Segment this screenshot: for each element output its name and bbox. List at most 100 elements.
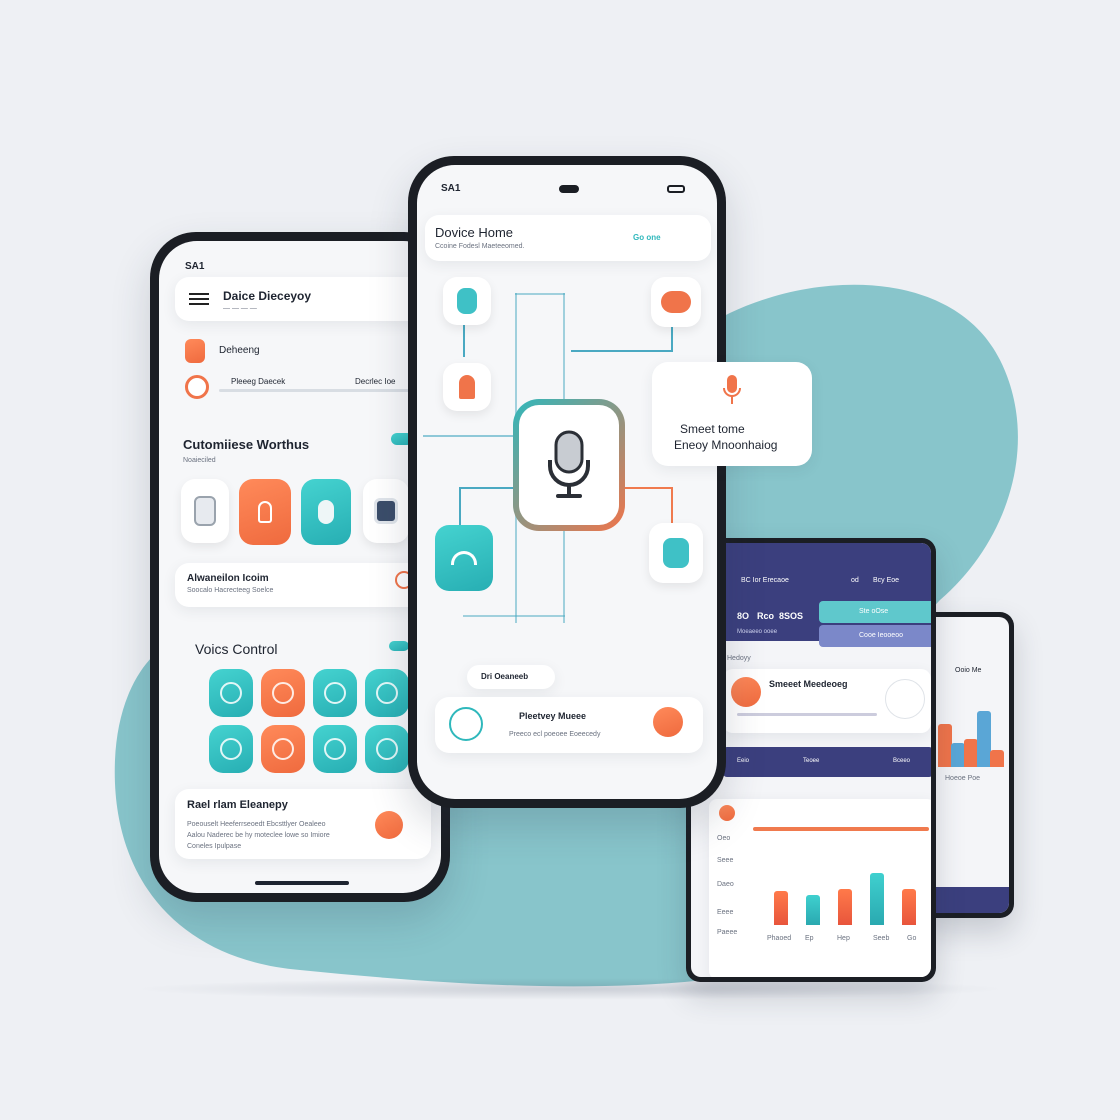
nav-label-2: Teoee [803, 758, 820, 764]
nav-label-3: Bceeo [893, 758, 911, 764]
chart-progress-line [753, 827, 929, 831]
monitor-icon [731, 677, 761, 707]
voice-tile-8[interactable] [365, 725, 409, 773]
voice-tile-5[interactable] [209, 725, 253, 773]
small-phone-screen: Ooio Me Hoeoe Poe [925, 617, 1009, 913]
hub-icon [374, 498, 398, 524]
chart-bar [964, 739, 978, 767]
camera-icon [663, 538, 689, 568]
chart-row-label-1: Oeo [717, 835, 731, 842]
speaker-icon [194, 496, 216, 526]
workflow-tile-2[interactable] [239, 479, 291, 545]
thermostat-node[interactable] [651, 277, 701, 327]
voice-tile-7[interactable] [313, 725, 357, 773]
camera-node[interactable] [649, 523, 703, 583]
device-icon[interactable] [185, 339, 205, 363]
x-label-1: Phaoed [767, 935, 792, 942]
tablet-header-item-2: od [851, 577, 859, 584]
voice-tile-6[interactable] [261, 725, 305, 773]
microphone-icon [723, 375, 741, 404]
voice-tile-4[interactable] [365, 669, 409, 717]
row2-right-label: Decrlec Ioe [355, 377, 396, 386]
wifi-icon [451, 551, 477, 565]
tablet-bar-chart [765, 849, 925, 925]
left-phone: SA1 Daice Dieceyoy — — — — Deheeng Pleee… [150, 232, 450, 902]
row-value-1: 8O [737, 611, 750, 621]
chart-card: Oeo Seee Daeo Eeee Paeee Phaoed Ep Hep S… [709, 799, 931, 977]
status-chip-label: Dri Oeaneeb [481, 672, 529, 681]
workflow-tile-4[interactable] [363, 479, 409, 543]
voice-control-title: Voics Control [195, 641, 278, 657]
connector-line [423, 435, 521, 437]
row-value-3: 8SOS [779, 611, 804, 621]
speaker-icon [457, 288, 477, 314]
energy-card[interactable]: Rael rlam Eleanepy Poeouselt Heeferrseoe… [175, 789, 431, 859]
connector-line [617, 487, 671, 489]
automation-card[interactable]: Alwaneilon Icoim Soocalo Hacrecteeg Soel… [175, 563, 425, 607]
voice-toggle[interactable] [389, 641, 409, 651]
chart-bar [902, 888, 916, 925]
chart-row-label-5: Paeee [717, 929, 738, 936]
workflow-tile-3[interactable] [301, 479, 351, 545]
camera-notch [559, 185, 579, 193]
chart-bar [774, 890, 788, 925]
chart-bar [989, 749, 1004, 767]
device-footer-card[interactable]: Pleetvey Mueee Preeco ecl poeoee Eoeeced… [435, 697, 703, 753]
device-home-sub: Ccoine Fodesl Maeteeomed. [435, 243, 525, 250]
center-phone-screen: SA1 Dovice Home Ccoine Fodesl Maeteeomed… [417, 165, 717, 799]
purple-highlight-row[interactable]: Cooe Ieooeoo [819, 625, 931, 647]
mouse-icon [318, 500, 334, 524]
teal-label-1: Ste oOse [859, 608, 889, 615]
tablet-screen: BC Ior Erecaoe od Bcy Eoe 8O Rco 8SOS Mo… [691, 543, 931, 977]
teal-highlight-row[interactable]: Ste oOse [819, 601, 931, 623]
device-home-header[interactable]: Dovice Home Ccoine Fodesl Maeteeomed. Go… [425, 215, 711, 261]
energy-action-button[interactable] [375, 811, 403, 839]
tablet-nav-bar: Eeio Teoee Bceeo [723, 747, 931, 777]
left-phone-screen: SA1 Daice Dieceyoy — — — — Deheeng Pleee… [159, 241, 441, 893]
thermostat-icon [661, 291, 691, 313]
voice-tile-3[interactable] [313, 669, 357, 717]
wifi-node[interactable] [435, 525, 493, 591]
lamp-node[interactable] [443, 363, 491, 411]
x-label-3: Hep [837, 935, 850, 942]
hamburger-icon[interactable] [189, 293, 209, 305]
small-phone-label: Ooio Me [955, 667, 982, 674]
connector-line [463, 325, 465, 357]
footer-action-button[interactable] [653, 707, 683, 737]
home-indicator [255, 881, 349, 885]
power-icon[interactable] [185, 375, 209, 399]
voice-tile-1[interactable] [209, 669, 253, 717]
row-value-2: Rco [757, 611, 775, 621]
header-badge[interactable]: Go one [633, 233, 661, 242]
small-chart [938, 697, 1004, 767]
floating-line1: Smeet tome [680, 422, 745, 436]
device-thumb-icon [449, 707, 483, 741]
customise-workflows-sub: Noaieciled [183, 457, 216, 464]
smart-home-floating-card[interactable]: Smeet tome Eneoy Mnoonhaiog [652, 362, 812, 466]
chart-row-label-2: Seee [717, 857, 734, 864]
monitor-gauge-icon [885, 679, 925, 719]
floating-line2: Eneoy Mnoonhaiog [674, 438, 778, 452]
energy-line1: Poeouselt Heeferrseoedt Ebcsttlyer Oeale… [187, 821, 326, 828]
monitor-title: Smeeet Meedeoeg [769, 679, 848, 689]
smart-speaker-node[interactable] [443, 277, 491, 325]
smart-monitoring-card[interactable]: Smeeet Meedeoeg [723, 669, 931, 733]
progress-track[interactable] [219, 389, 429, 392]
voice-assistant-hub[interactable] [513, 399, 625, 531]
footer-sub: Preeco ecl poeoee Eoeecedy [509, 731, 601, 738]
small-phone-sub: Hoeoe Poe [945, 775, 981, 782]
lamp-icon [459, 375, 475, 399]
status-chip[interactable]: Dri Oeaneeb [467, 665, 555, 689]
x-label-5: Go [907, 935, 917, 942]
voice-tile-2[interactable] [261, 669, 305, 717]
tablet-header-item-1: BC Ior Erecaoe [741, 577, 789, 584]
workflow-tile-1[interactable] [181, 479, 229, 543]
chart-bar [976, 711, 991, 767]
customise-workflows-title: Cutomiiese Worthus [183, 437, 310, 452]
microphone-icon [548, 430, 590, 498]
center-phone: SA1 Dovice Home Ccoine Fodesl Maeteeomed… [408, 156, 726, 808]
device-discovery-header[interactable]: Daice Dieceyoy — — — — [175, 277, 435, 321]
small-phone-footer [925, 887, 1009, 913]
energy-line2: Aalou Naderec be hy moteclee lowe so Imi… [187, 832, 330, 839]
row2-left-label: Pleeeg Daecek [231, 377, 286, 386]
